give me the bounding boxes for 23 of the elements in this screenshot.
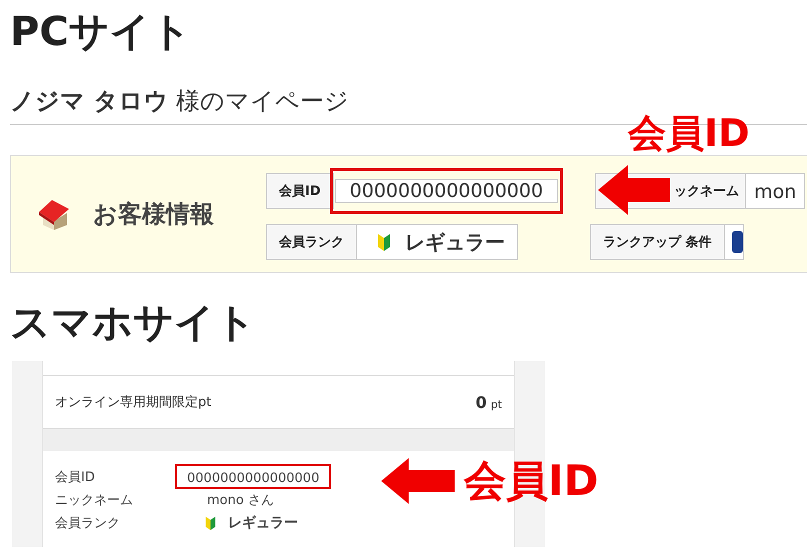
field-label: 会員ランク <box>55 514 121 532</box>
rank-value: レギュラー <box>228 514 298 532</box>
left-arrow-icon <box>598 165 670 215</box>
section-heading: PCサイト <box>9 8 193 57</box>
field-value: 0000000000000000 <box>334 179 558 203</box>
field-label: ランクアップ 条件 <box>590 224 725 260</box>
field-label: 会員ID <box>266 173 334 209</box>
field-label: 会員ランク <box>266 224 357 260</box>
field-value: mon <box>746 173 806 209</box>
field-value: mono さん <box>206 492 274 508</box>
annotation-label: 会員ID <box>464 455 598 507</box>
beginner-mark-icon <box>205 514 216 530</box>
house-icon <box>37 197 71 231</box>
badge-icon <box>730 230 743 254</box>
field-label: ニックネーム <box>55 492 134 508</box>
field-value: 0000000000000000 <box>187 471 320 486</box>
field-label: 会員ID <box>55 468 96 486</box>
points-label: オンライン専用期間限定pt <box>55 394 212 411</box>
panel-title: お客様情報 <box>93 199 214 230</box>
points-value: 0 pt <box>476 392 502 412</box>
section-heading: スマホサイト <box>9 299 257 348</box>
rank-value: レギュラー <box>405 229 505 256</box>
beginner-mark-icon <box>377 232 391 252</box>
